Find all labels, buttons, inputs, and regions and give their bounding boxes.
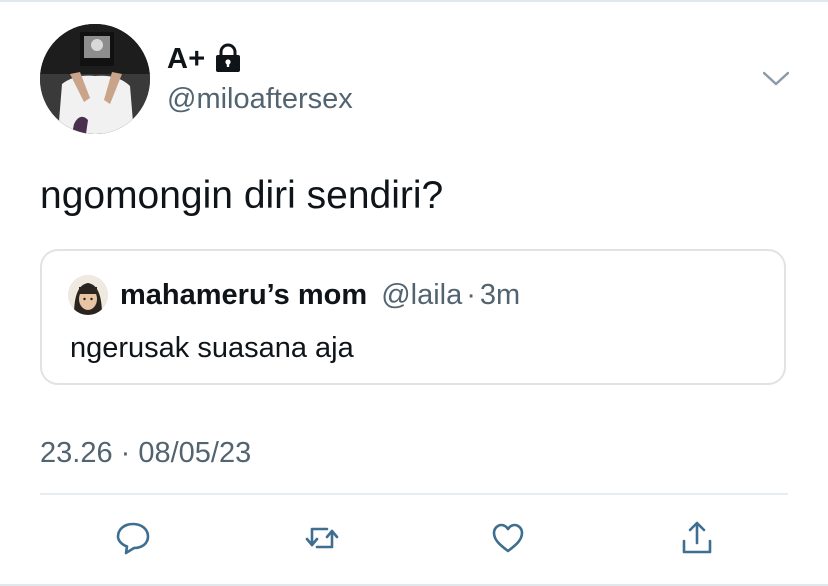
quoted-separator: · [466, 279, 476, 311]
display-name[interactable]: A+ [167, 40, 241, 78]
chevron-down-icon[interactable] [760, 66, 792, 90]
lock-icon [215, 43, 241, 73]
display-name-text: A+ [167, 43, 206, 75]
tweet-text: ngomongin diri sendiri? [40, 174, 444, 217]
share-button[interactable] [675, 516, 719, 560]
quoted-tweet[interactable]: mahameru’s mom @laila · 3m ngerusak suasan… [40, 249, 786, 385]
quoted-display-name: mahameru’s mom [120, 279, 368, 311]
share-icon [682, 521, 712, 554]
top-divider [0, 0, 828, 2]
retweet-icon [305, 527, 339, 549]
reply-icon [116, 522, 150, 555]
quoted-avatar[interactable] [68, 275, 108, 315]
quoted-age: 3m [479, 279, 521, 311]
like-button[interactable] [486, 516, 530, 560]
avatar[interactable] [40, 24, 150, 134]
heart-icon [492, 523, 524, 553]
divider [40, 493, 788, 495]
quoted-header: mahameru’s mom @laila · 3m [120, 277, 520, 313]
reply-button[interactable] [111, 516, 155, 560]
retweet-button[interactable] [300, 516, 344, 560]
timestamp[interactable]: 23.26 · 08/05/23 [40, 434, 251, 472]
handle[interactable]: @miloaftersex [167, 80, 353, 118]
quoted-handle: @laila [381, 279, 463, 311]
quoted-text: ngerusak suasana aja [70, 332, 354, 364]
